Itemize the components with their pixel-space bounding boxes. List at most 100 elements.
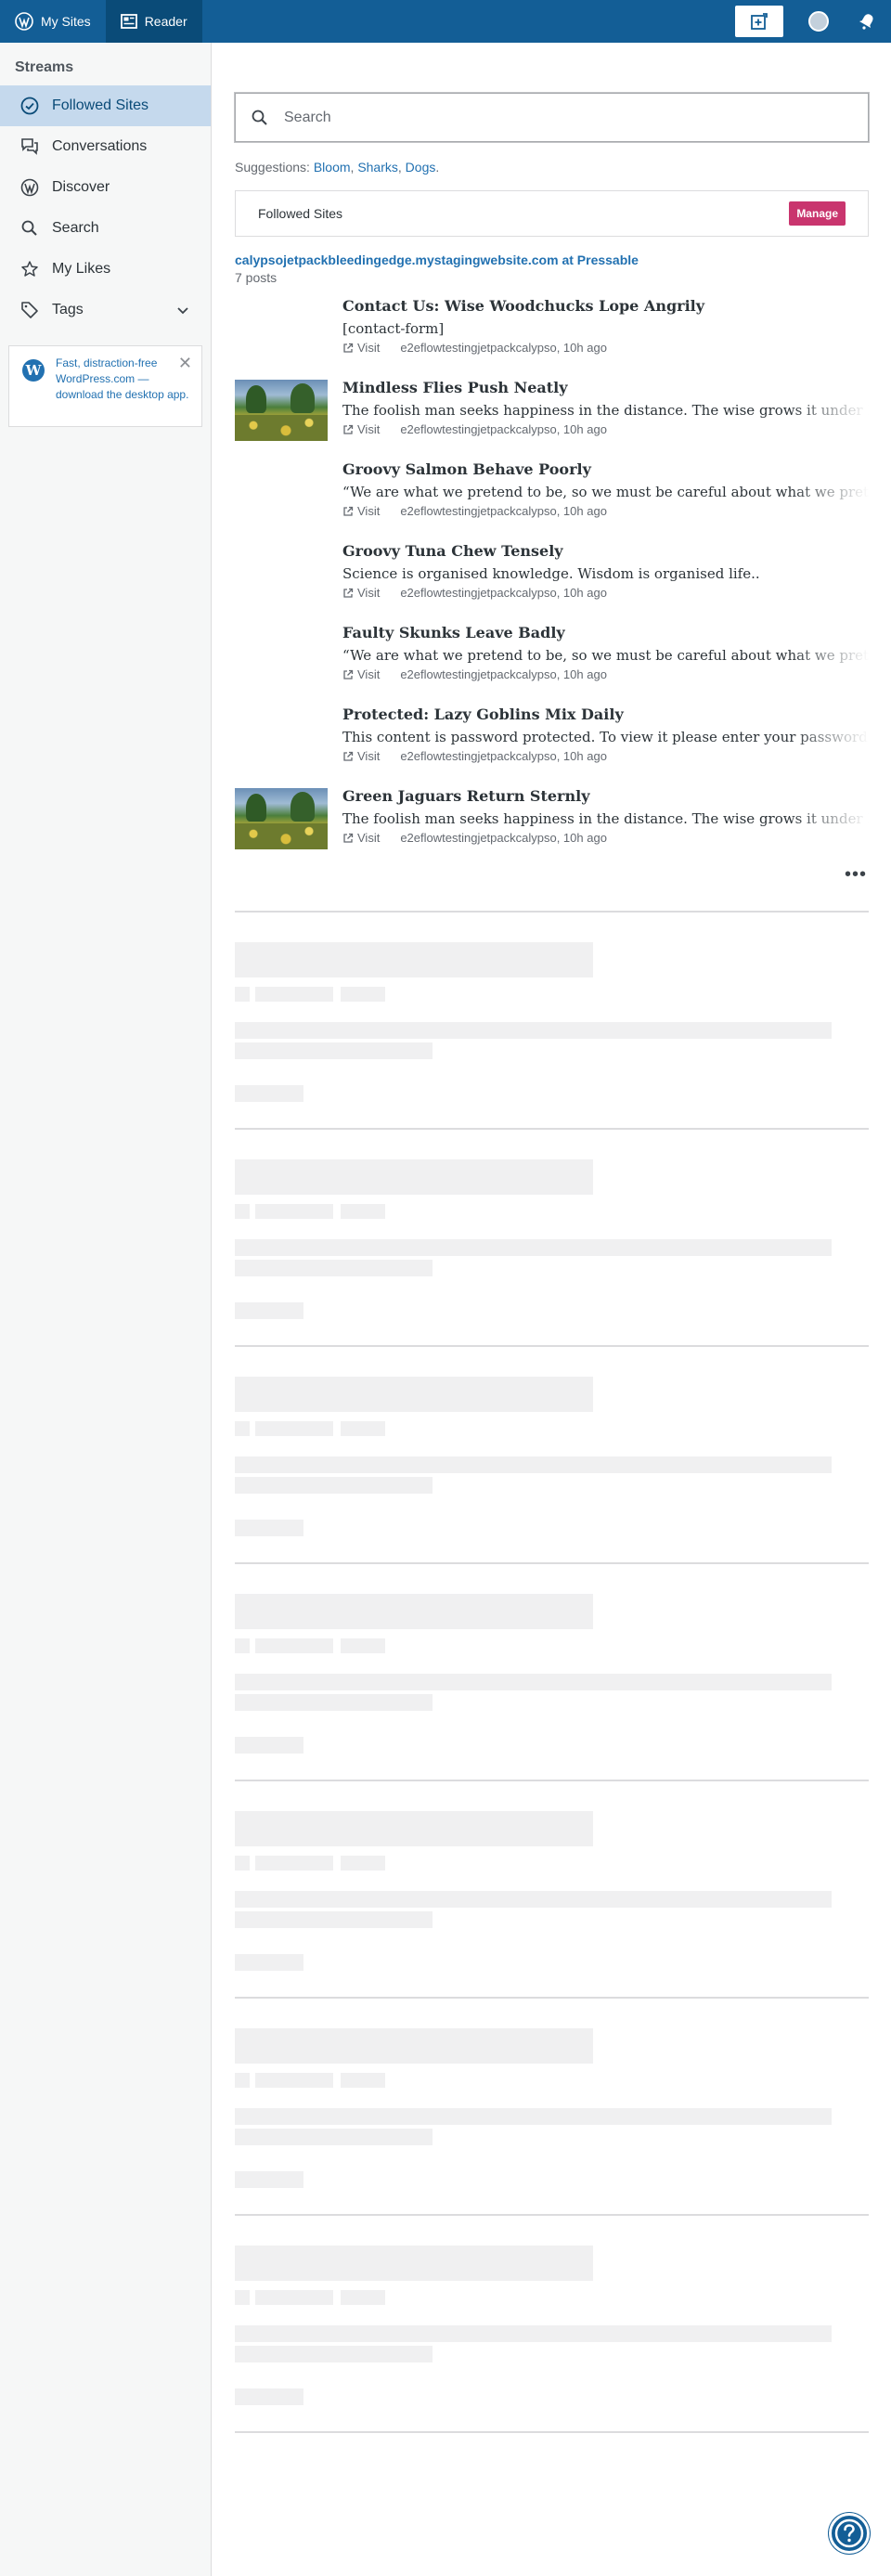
write-icon xyxy=(751,13,768,30)
post-title[interactable]: Contact Us: Wise Woodchucks Lope Angrily xyxy=(342,296,869,317)
reader-button[interactable]: Reader xyxy=(105,0,202,43)
post-meta: Visit e2eflowtestingjetpackcalypso, 10h … xyxy=(342,422,869,436)
reader-icon xyxy=(120,14,137,29)
suggestion-link[interactable]: Sharks xyxy=(357,160,398,175)
post-item[interactable]: Green Jaguars Return Sternly The foolish… xyxy=(235,786,869,868)
visit-label: Visit xyxy=(357,341,381,355)
external-link-icon xyxy=(343,506,354,516)
post-title[interactable]: Mindless Flies Push Neatly xyxy=(342,378,869,398)
sidebar-item-discover[interactable]: Discover xyxy=(0,167,211,208)
visit-label: Visit xyxy=(357,422,381,436)
loading-placeholders xyxy=(235,913,869,2433)
site-name-link[interactable]: calypsojetpackbleedingedge.mystagingwebs… xyxy=(235,252,869,267)
sidebar-item-label: Conversations xyxy=(52,138,148,154)
help-button[interactable] xyxy=(829,2513,870,2554)
star-icon xyxy=(21,261,38,277)
followed-sites-header: Followed Sites Manage xyxy=(235,190,869,237)
post-meta: Visit e2eflowtestingjetpackcalypso, 10h … xyxy=(342,667,869,681)
reader-main: Suggestions: Bloom, Sharks, Dogs. Follow… xyxy=(235,43,869,2433)
visit-link[interactable]: Visit xyxy=(342,749,380,763)
post-item[interactable]: Groovy Tuna Chew Tensely Science is orga… xyxy=(235,541,869,623)
post-item[interactable]: Contact Us: Wise Woodchucks Lope Angrily… xyxy=(235,296,869,378)
post-thumbnail[interactable] xyxy=(235,788,328,849)
sidebar-item-label: Followed Sites xyxy=(52,97,149,113)
avatar xyxy=(808,11,829,32)
visit-link[interactable]: Visit xyxy=(342,504,380,518)
post-title[interactable]: Groovy Tuna Chew Tensely xyxy=(342,541,869,562)
close-icon[interactable]: ✕ xyxy=(178,354,192,373)
post-title[interactable]: Green Jaguars Return Sternly xyxy=(342,786,869,807)
post-excerpt: This content is password protected. To v… xyxy=(342,729,869,745)
visit-link[interactable]: Visit xyxy=(342,341,380,355)
wordpress-app-icon: W xyxy=(22,359,45,382)
post-count: 7 posts xyxy=(235,270,278,285)
visit-link[interactable]: Visit xyxy=(342,667,380,681)
post-excerpt: Science is organised knowledge. Wisdom i… xyxy=(342,565,760,582)
suggestion-link[interactable]: Bloom xyxy=(314,160,351,175)
post-thumbnail[interactable] xyxy=(235,380,328,441)
chat-bubbles-icon xyxy=(21,138,38,155)
post-excerpt: The foolish man seeks happiness in the d… xyxy=(342,402,869,419)
manage-button[interactable]: Manage xyxy=(789,201,846,226)
promo-text[interactable]: Fast, distraction-free WordPress.com — d… xyxy=(56,356,192,403)
external-link-icon xyxy=(343,343,354,353)
reader-sidebar: Streams Followed Sites Conversations Dis… xyxy=(0,43,212,2576)
followed-sites-title: Followed Sites xyxy=(258,206,343,221)
more-actions-icon[interactable]: ••• xyxy=(845,865,867,888)
sidebar-item-search[interactable]: Search xyxy=(0,208,211,249)
write-post-button[interactable] xyxy=(735,6,783,37)
post-item[interactable]: Faulty Skunks Leave Badly “We are what w… xyxy=(235,623,869,705)
external-link-icon xyxy=(343,751,354,761)
sidebar-item-label: My Likes xyxy=(52,261,111,277)
post-item[interactable]: Protected: Lazy Goblins Mix Daily This c… xyxy=(235,705,869,786)
wordpress-logo-icon xyxy=(20,178,39,197)
post-title[interactable]: Groovy Salmon Behave Poorly xyxy=(342,460,869,480)
post-excerpt: [contact-form] xyxy=(342,320,445,337)
streams-heading: Streams xyxy=(15,59,74,75)
post-meta: Visit e2eflowtestingjetpackcalypso, 10h … xyxy=(342,586,869,600)
placeholder-card xyxy=(235,2216,869,2433)
masterbar: My Sites Reader xyxy=(0,0,891,43)
post-item[interactable]: Mindless Flies Push Neatly The foolish m… xyxy=(235,378,869,460)
sidebar-item-my-likes[interactable]: My Likes xyxy=(0,249,211,290)
search-input[interactable] xyxy=(284,109,853,126)
visit-link[interactable]: Visit xyxy=(342,422,380,436)
placeholder-card xyxy=(235,913,869,1130)
placeholder-card xyxy=(235,1781,869,1999)
post-excerpt: The foolish man seeks happiness in the d… xyxy=(342,810,869,827)
placeholder-card xyxy=(235,1130,869,1347)
post-byline: e2eflowtestingjetpackcalypso, 10h ago xyxy=(400,422,607,436)
wordpress-logo-icon xyxy=(15,12,33,31)
reader-label: Reader xyxy=(144,14,187,29)
post-excerpt: “We are what we pretend to be, so we mus… xyxy=(342,484,869,500)
post-title[interactable]: Protected: Lazy Goblins Mix Daily xyxy=(342,705,869,725)
my-sites-button[interactable]: My Sites xyxy=(0,0,106,43)
post-byline: e2eflowtestingjetpackcalypso, 10h ago xyxy=(400,749,607,763)
sidebar-item-conversations[interactable]: Conversations xyxy=(0,126,211,167)
suggestions-label: Suggestions: xyxy=(235,160,310,175)
visit-label: Visit xyxy=(357,586,381,600)
placeholder-card xyxy=(235,1347,869,1564)
visit-link[interactable]: Visit xyxy=(342,831,380,845)
search-box[interactable] xyxy=(235,93,869,142)
sidebar-item-tags[interactable]: Tags xyxy=(0,290,211,330)
sidebar-item-followed-sites[interactable]: Followed Sites xyxy=(0,85,211,126)
placeholder-card xyxy=(235,1564,869,1781)
chevron-down-icon[interactable] xyxy=(175,303,190,317)
visit-label: Visit xyxy=(357,749,381,763)
notifications-button[interactable] xyxy=(843,0,891,43)
visit-label: Visit xyxy=(357,504,381,518)
help-icon xyxy=(834,2518,864,2548)
post-title[interactable]: Faulty Skunks Leave Badly xyxy=(342,623,869,643)
sidebar-item-label: Search xyxy=(52,220,99,236)
visit-link[interactable]: Visit xyxy=(342,586,380,600)
post-item[interactable]: Groovy Salmon Behave Poorly “We are what… xyxy=(235,460,869,541)
external-link-icon xyxy=(343,669,354,680)
post-meta: Visit e2eflowtestingjetpackcalypso, 10h … xyxy=(342,341,869,355)
desktop-app-promo[interactable]: W Fast, distraction-free WordPress.com —… xyxy=(8,345,202,427)
post-excerpt: “We are what we pretend to be, so we mus… xyxy=(342,647,869,664)
suggestion-link[interactable]: Dogs xyxy=(406,160,436,175)
profile-button[interactable] xyxy=(794,0,843,43)
my-sites-label: My Sites xyxy=(41,14,91,29)
post-byline: e2eflowtestingjetpackcalypso, 10h ago xyxy=(400,341,607,355)
